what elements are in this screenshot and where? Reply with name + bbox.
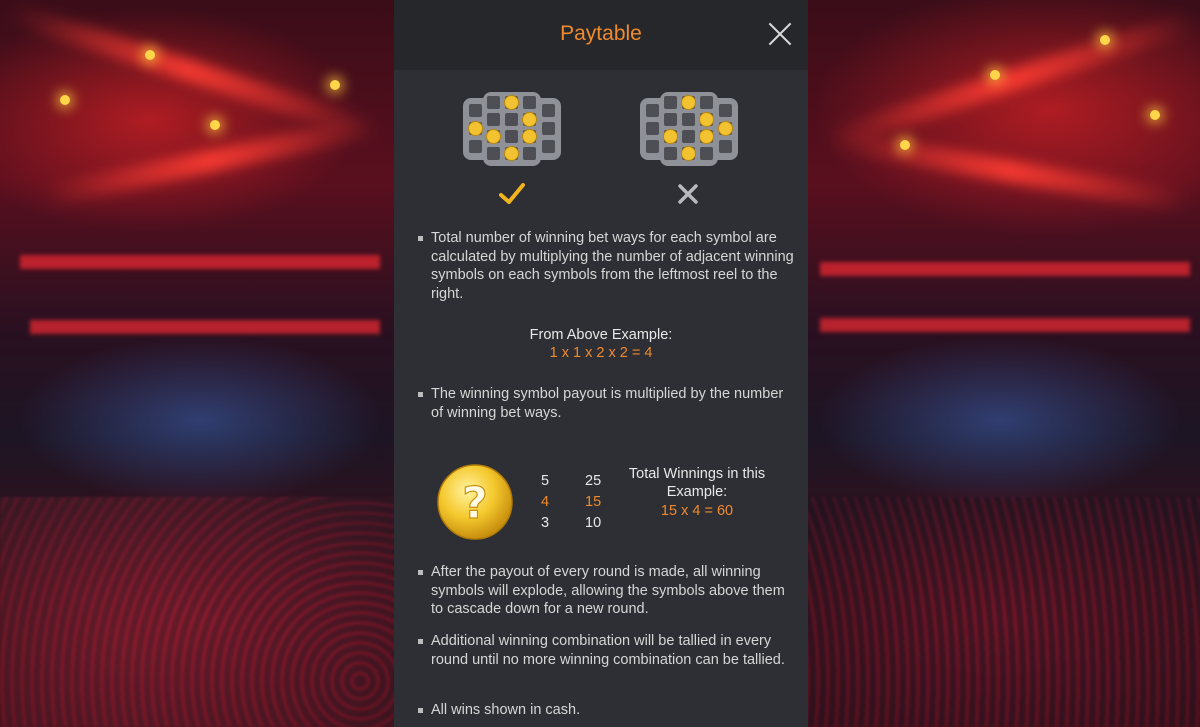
example-title: From Above Example: [529,327,673,343]
close-icon[interactable] [768,22,792,46]
page-title: Paytable [560,22,642,45]
rule-cascade: After the payout of every round is made,… [418,563,799,619]
paytable-payout-15: 15 [585,494,602,510]
cross-icon [678,184,698,204]
paytable-panel: Paytable Total number of winning bet way… [394,0,808,727]
total-winnings-formula: 15 x 4 = 60 [660,503,734,519]
valid-grid-svg [463,92,561,166]
rule-cash: All wins shown in cash. [418,701,799,720]
panel-header: Paytable [394,0,808,70]
total-winnings-label: Total Winnings in this Example: [628,466,766,500]
rule-payout-multiplied: The winning symbol payout is multiplied … [418,385,799,422]
invalid-example-grid-icon [640,92,738,166]
example-formula: 1 x 1 x 2 x 2 = 4 [549,345,653,361]
valid-example-grid-icon [463,92,561,166]
check-icon [499,183,525,204]
paytable-payout-10: 10 [585,515,602,531]
question-coin-icon: ? [437,464,513,540]
invalid-grid-svg [640,92,738,166]
rule-bet-ways: Total number of winning bet ways for eac… [418,229,799,303]
paytable-count-4: 4 [541,494,550,510]
svg-text:?: ? [462,478,488,529]
paytable-payout-25: 25 [585,473,602,489]
rule-tally: Additional winning combination will be t… [418,632,799,669]
paytable-count-3: 3 [541,515,550,531]
paytable-count-5: 5 [541,473,550,489]
